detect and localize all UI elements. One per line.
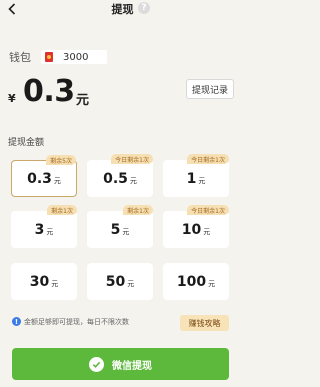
amount-value: 1 [186, 170, 197, 187]
wallet-label: 钱包 [9, 51, 31, 64]
amount-value: 3 [34, 221, 45, 238]
amount-option-30[interactable]: 30 元 [11, 263, 77, 300]
withdraw-label: 微信提现 [112, 360, 152, 372]
currency-symbol: ¥ [8, 92, 16, 105]
amount-unit: 元 [46, 227, 54, 236]
amount-section-label: 提现金额 [8, 138, 45, 148]
amount-option-1[interactable]: 今日剩余1次 1 元 [163, 154, 229, 197]
check-circle-icon [89, 356, 104, 372]
amount-unit: 元 [51, 279, 59, 288]
amount-value: 30 [29, 273, 50, 290]
amount-unit: 元 [122, 227, 130, 236]
amount-value: 5 [110, 221, 121, 238]
amount-unit: 元 [53, 176, 61, 185]
amount-option-5[interactable]: 剩余1次 5 元 [87, 205, 153, 248]
page-title: 提现 [111, 3, 134, 16]
amount-unit: 元 [203, 227, 211, 236]
remaining-tag: 剩余5次 [46, 155, 76, 165]
amount-option-0.3[interactable]: 剩余5次 0.3 元 [11, 155, 77, 197]
remaining-tag: 今日剩余1次 [111, 154, 153, 164]
wallet-value: 3000 [63, 51, 89, 63]
amount-option-50[interactable]: 50 元 [87, 263, 153, 300]
wechat-withdraw-button[interactable]: 微信提现 [12, 348, 229, 380]
notice-text: 金额足够即可提现，每日不限次数 [24, 318, 129, 326]
earn-strategy-button[interactable]: 赚钱攻略 [180, 315, 229, 331]
amount-unit: 元 [198, 176, 206, 185]
balance-unit: 元 [76, 93, 90, 108]
withdraw-records-button[interactable]: 提现记录 [186, 79, 234, 99]
amount-option-0.5[interactable]: 今日剩余1次 0.5 元 [87, 154, 153, 197]
amount-value: 100 [176, 273, 207, 290]
chevron-left-icon [8, 3, 16, 15]
amount-value: 10 [181, 221, 202, 238]
back-button[interactable] [5, 1, 19, 17]
amount-option-10[interactable]: 今日剩余1次 10 元 [163, 205, 229, 248]
info-icon: ! [12, 317, 21, 326]
remaining-tag: 今日剩余1次 [187, 205, 229, 215]
amount-value: 50 [105, 273, 126, 290]
remaining-tag: 剩余1次 [47, 205, 77, 215]
amount-unit: 元 [129, 176, 137, 185]
help-icon[interactable]: ? [138, 2, 150, 14]
amount-option-3[interactable]: 剩余1次 3 元 [11, 205, 77, 248]
remaining-tag: 剩余1次 [123, 205, 153, 215]
red-packet-icon [45, 52, 53, 62]
remaining-tag: 今日剩余1次 [187, 154, 229, 164]
wallet-chip: 3000 [41, 50, 107, 64]
amount-unit: 元 [127, 279, 135, 288]
amount-value: 0.5 [103, 170, 128, 187]
amount-unit: 元 [208, 279, 216, 288]
amount-value: 0.3 [27, 170, 52, 187]
header-bar: 提现 ? [0, 0, 245, 18]
amount-option-100[interactable]: 100 元 [163, 263, 229, 300]
balance-amount: 0.3 [23, 74, 75, 109]
